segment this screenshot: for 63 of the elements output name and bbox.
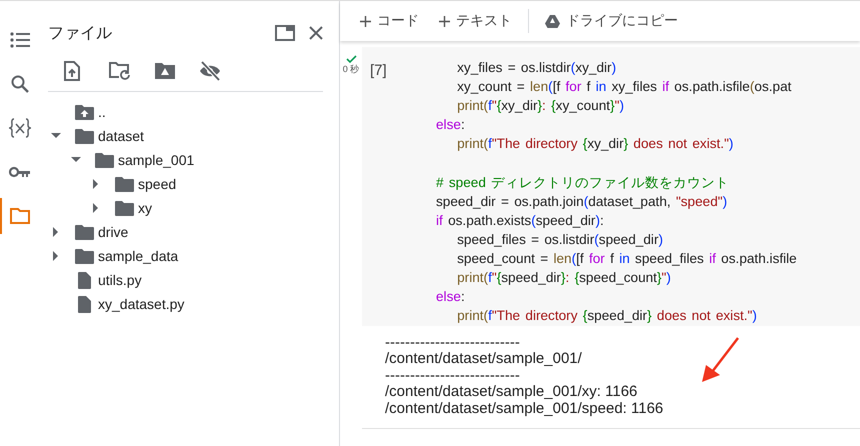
folder-icon [114,200,134,216]
plus-icon [360,16,371,26]
code-line: speed_files = os.listdir(speed_dir) [456,230,664,249]
folder-icon [114,176,134,192]
code-line: if os.path.exists(speed_dir): [436,212,604,230]
toolbar-button[interactable]: ドライブにコピー [539,8,684,34]
output-line: /content/dataset/sample_001/ [385,350,582,367]
drive-folder-icon[interactable] [154,62,176,80]
toolbar-button[interactable]: コード [354,8,425,34]
output-separator: --------------------------- [385,367,520,383]
file-upload-icon[interactable] [64,61,80,81]
code-line: print(f"The directory {speed_dir} does not exist.") [456,307,757,326]
expand-caret-icon[interactable] [53,251,59,261]
folder-icon [10,208,30,224]
collapse-caret-icon[interactable] [71,157,81,163]
panel-title: ファイル [48,24,113,44]
output-separator: --------------------------- [385,334,520,350]
tree-item[interactable]: xy [138,200,152,216]
code-line: xy_count = len([f for f in xy_files if os.path.isfile(os.pat [456,78,792,96]
code-line: else: [436,288,465,306]
hidden-eye-icon[interactable] [199,61,221,81]
folder-icon [74,248,94,264]
expand-caret-icon[interactable] [53,227,59,237]
folder-refresh-icon[interactable] [109,62,131,80]
folder-icon [74,224,94,240]
code-line: print(f"{speed_dir}: {speed_count}") [456,269,671,288]
code-line: print(f"The directory {xy_dir} does not exist.") [456,135,734,154]
code-line: speed_count = len([f for f in speed_files if os.path.isfile [456,250,797,268]
execution-count: [7] [370,61,388,81]
tree-item[interactable]: xy_dataset.py [98,296,184,312]
search-icon [11,75,29,93]
tree-item[interactable]: sample_data [98,248,178,264]
variables-icon [8,118,32,138]
code-line: # speed ディレクトリのファイル数をカウント [436,174,730,192]
output-line: /content/dataset/sample_001/speed: 1166 [385,400,664,417]
folder-icon [74,128,94,144]
toolbar-button[interactable]: テキスト [433,8,518,34]
file-icon [78,296,90,312]
expand-caret-icon[interactable] [93,179,99,189]
arrow-annotation [702,337,739,382]
tree-item[interactable]: drive [98,224,128,240]
window-icon[interactable] [275,25,295,41]
drive-icon [545,14,560,28]
expand-caret-icon[interactable] [93,203,99,213]
run-time: 0 秒 [342,63,360,76]
file-icon [78,272,90,288]
table-of-contents-icon [10,32,30,48]
collapse-caret-icon[interactable] [51,133,61,139]
tree-item[interactable]: speed [138,176,176,192]
tree-item[interactable]: .. [98,104,106,120]
folder-icon [94,152,114,168]
tree-item[interactable]: utils.py [98,272,142,288]
key-icon [9,166,31,178]
code-line: xy_files = os.listdir(xy_dir) [456,59,616,77]
output-line: /content/dataset/sample_001/xy: 1166 [385,383,638,400]
code-line: else: [436,116,465,134]
code-line: print(f"{xy_dir}: {xy_count}") [456,97,624,116]
tree-item[interactable]: sample_001 [118,152,194,168]
plus-icon [439,16,450,26]
parent-folder-icon [74,104,94,120]
close-icon[interactable] [309,26,323,40]
tree-item[interactable]: dataset [98,128,144,144]
code-line: speed_dir = os.path.join(dataset_path, "speed") [436,192,728,211]
